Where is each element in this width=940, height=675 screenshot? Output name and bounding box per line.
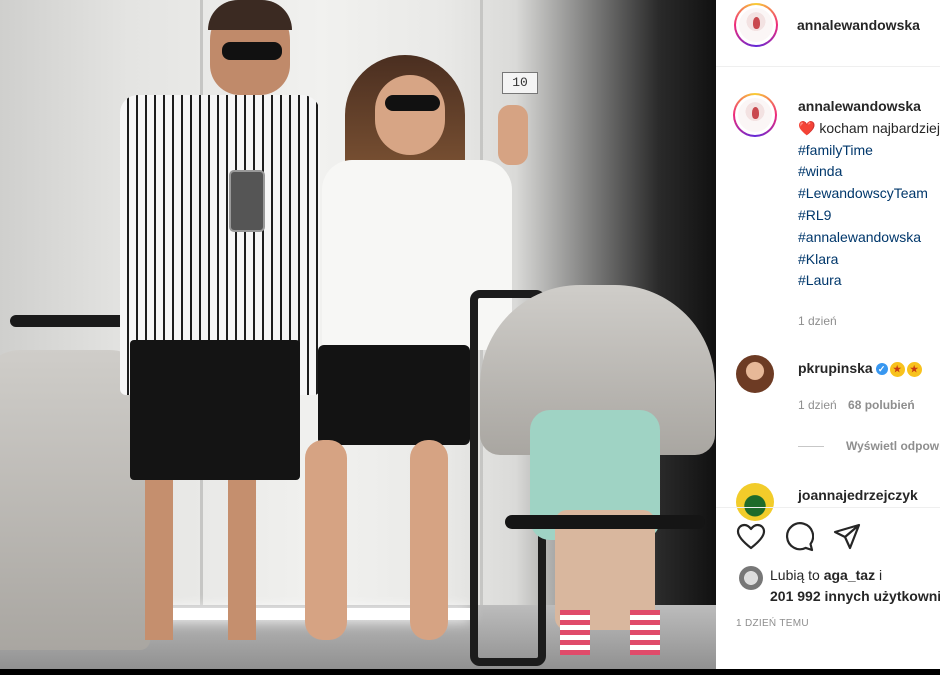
child-sock [630,610,660,655]
hashtag[interactable]: #LewandowscyTeam [798,183,940,205]
caption-text: kocham najbardziej [819,119,940,136]
post-caption: annalewandowska ❤️ kocham najbardziej #f… [798,96,940,292]
bottom-edge [0,669,940,675]
man-hair [208,0,292,30]
comment-likes[interactable]: 68 polubień [848,398,915,412]
woman-sunglasses [385,95,440,111]
woman-face [375,75,445,155]
comment-row: pkrupinska ✓ ★ ★ [798,360,922,377]
woman-leg [410,440,448,640]
hashtag[interactable]: #annalewandowska [798,227,940,249]
hashtag[interactable]: #winda [798,161,940,183]
author-avatar[interactable] [734,3,778,47]
woman-peace-hand [498,105,528,165]
view-replies-line [798,446,824,447]
comment-icon[interactable] [784,522,814,552]
left-pram [0,350,150,650]
elevator-floor-indicator: 10 [502,72,538,94]
caption-username[interactable]: annalewandowska [798,98,921,114]
comment-meta: 1 dzień 68 polubień [798,398,915,412]
woman-leg [305,440,347,640]
hashtag[interactable]: #familyTime [798,140,940,162]
star-eyes-emoji-icon: ★ [906,361,922,377]
likes-summary: Lubią to aga_taz i 201 992 innych użytko… [770,565,940,607]
share-icon[interactable] [832,522,862,552]
view-replies-button[interactable]: Wyświetl odpowiedzi [846,439,940,453]
star-eyes-emoji-icon: ★ [889,361,905,377]
liker-username[interactable]: aga_taz [824,567,875,583]
comment-username[interactable]: joannajedrzejczyk [798,487,918,503]
heart-emoji-icon: ❤️ [798,119,816,136]
caption-time[interactable]: 1 dzień [798,314,837,328]
woman-bike-shorts [318,345,470,445]
comment-username[interactable]: pkrupinska [798,360,873,376]
verified-icon: ✓ [875,363,888,376]
man-shorts [130,340,300,480]
comment-time[interactable]: 1 dzień [798,398,837,412]
commenter-avatar[interactable] [736,355,774,393]
hashtag[interactable]: #Laura [798,270,940,292]
man-sunglasses [222,42,282,60]
likes-suffix: innych użytkowników [824,588,940,604]
post-date[interactable]: 1 DZIEŃ TEMU [736,618,809,629]
post-photo[interactable]: 10 [0,0,716,675]
post-header: annalewandowska [716,0,940,67]
liker-avatar[interactable] [739,566,763,590]
man-leg [145,480,173,640]
likes-count: 201 992 [770,588,821,604]
phone-in-hand [229,170,265,232]
child-sock [560,610,590,655]
caption-avatar[interactable] [733,93,777,137]
hashtag[interactable]: #Klara [798,249,940,271]
post-side-panel: annalewandowska annalewandowska ❤️ kocha… [716,0,940,675]
likes-connector: i [878,567,883,583]
likes-count-button[interactable]: 201 992 innych użytkowników [770,588,940,604]
right-pram-bumper-bar [505,515,705,529]
hashtag[interactable]: #RL9 [798,205,940,227]
likes-prefix: Lubią to [770,567,820,583]
author-username[interactable]: annalewandowska [797,17,920,33]
heart-icon[interactable] [736,522,766,552]
man-leg [228,480,256,640]
